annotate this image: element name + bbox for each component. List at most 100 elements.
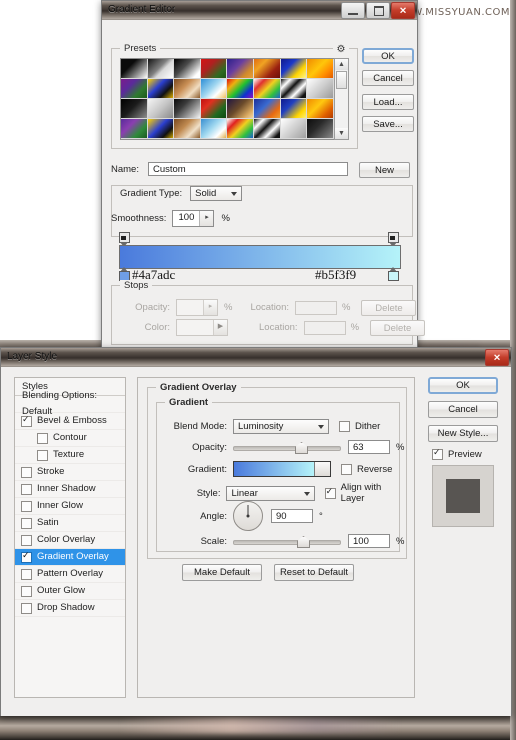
- style-checkbox[interactable]: [37, 449, 48, 461]
- style-checkbox[interactable]: [21, 585, 32, 597]
- preset-swatch[interactable]: [307, 139, 334, 140]
- preset-swatch[interactable]: [147, 79, 175, 99]
- stops-color-flyout-icon[interactable]: ▶: [213, 320, 227, 335]
- style-checkbox[interactable]: [21, 534, 32, 546]
- style-dropdown[interactable]: Linear: [226, 485, 315, 501]
- gradient-dropdown-button[interactable]: [314, 462, 330, 476]
- delete-opacity-stop-button[interactable]: Delete: [361, 299, 417, 316]
- stops-opacity-location-input[interactable]: [295, 300, 338, 315]
- style-item-color-overlay[interactable]: Color Overlay: [15, 532, 125, 549]
- style-checkbox[interactable]: [21, 500, 32, 512]
- maximize-icon[interactable]: [366, 2, 390, 19]
- blend-mode-dropdown[interactable]: Luminosity: [233, 419, 329, 434]
- preset-swatch[interactable]: [174, 139, 201, 140]
- gradient-preview-bar[interactable]: [119, 245, 401, 269]
- style-checkbox[interactable]: [21, 414, 32, 427]
- scroll-down-icon[interactable]: ▼: [335, 128, 348, 139]
- new-preset-button[interactable]: New: [359, 162, 410, 178]
- preset-swatch[interactable]: [307, 59, 334, 79]
- preset-swatch[interactable]: [200, 59, 228, 79]
- angle-input[interactable]: 90: [271, 509, 313, 523]
- preset-swatch[interactable]: [307, 119, 334, 139]
- presets-scrollbar[interactable]: ▲ ▼: [334, 58, 349, 140]
- preset-swatch[interactable]: [121, 99, 148, 119]
- close-icon[interactable]: ✕: [391, 2, 415, 19]
- preset-swatch[interactable]: [254, 139, 281, 140]
- preset-swatch[interactable]: [174, 119, 201, 139]
- style-item-inner-shadow[interactable]: Inner Shadow: [15, 481, 125, 498]
- gradient-editor-titlebar[interactable]: Gradient Editor ✕: [102, 1, 417, 20]
- preset-swatch[interactable]: [200, 79, 228, 99]
- layer-style-cancel-button[interactable]: Cancel: [428, 401, 498, 418]
- preset-swatch[interactable]: [253, 99, 281, 119]
- style-checkbox[interactable]: [21, 550, 32, 563]
- gradient-editor-ok-button[interactable]: OK: [362, 48, 414, 64]
- gradient-picker[interactable]: [233, 461, 331, 477]
- style-item-outer-glow[interactable]: Outer Glow: [15, 583, 125, 600]
- opacity-stop-left[interactable]: [119, 230, 130, 247]
- preset-swatch[interactable]: [281, 139, 308, 140]
- preset-swatch[interactable]: [280, 99, 308, 119]
- preset-swatch[interactable]: [227, 139, 254, 140]
- preset-swatch[interactable]: [227, 59, 254, 79]
- scrollbar-thumb[interactable]: [336, 71, 347, 89]
- preset-swatch[interactable]: [174, 79, 201, 99]
- preset-swatch[interactable]: [280, 79, 308, 99]
- preset-swatch[interactable]: [121, 139, 148, 140]
- preset-swatch[interactable]: [121, 119, 148, 139]
- preset-swatch[interactable]: [227, 119, 254, 139]
- style-checkbox[interactable]: [21, 517, 32, 529]
- opacity-slider[interactable]: [233, 441, 341, 454]
- preset-swatch[interactable]: [200, 99, 228, 119]
- style-item-pattern-overlay[interactable]: Pattern Overlay: [15, 566, 125, 583]
- preset-swatch[interactable]: [147, 119, 175, 139]
- name-input[interactable]: Custom: [147, 162, 348, 176]
- preset-swatch[interactable]: [174, 59, 201, 79]
- gradient-editor-cancel-button[interactable]: Cancel: [362, 70, 414, 86]
- color-stop-right[interactable]: [388, 267, 399, 281]
- preset-swatch[interactable]: [201, 139, 228, 140]
- style-checkbox[interactable]: [21, 466, 32, 478]
- angle-dial[interactable]: [233, 501, 263, 531]
- preset-swatch[interactable]: [147, 99, 175, 119]
- preview-checkbox[interactable]: Preview: [432, 447, 498, 460]
- preset-swatch[interactable]: [227, 79, 254, 99]
- smoothness-flyout-icon[interactable]: ▸: [199, 211, 214, 226]
- style-checkbox[interactable]: [21, 568, 32, 580]
- scale-slider-knob[interactable]: [297, 536, 310, 548]
- gear-icon[interactable]: ⚙: [333, 44, 349, 56]
- layer-style-ok-button[interactable]: OK: [428, 377, 498, 394]
- reverse-checkbox[interactable]: Reverse: [341, 463, 392, 475]
- delete-color-stop-button[interactable]: Delete: [370, 319, 426, 336]
- style-item-satin[interactable]: Satin: [15, 515, 125, 532]
- preset-swatch-well[interactable]: [120, 58, 335, 140]
- scale-input[interactable]: 100: [348, 534, 390, 548]
- style-checkbox[interactable]: [37, 432, 48, 444]
- opacity-slider-knob[interactable]: [295, 442, 308, 454]
- preset-swatch[interactable]: [200, 119, 228, 139]
- layer-style-titlebar[interactable]: Layer Style ✕: [1, 348, 511, 367]
- align-with-layer-checkbox[interactable]: Align with Layer: [324, 482, 399, 504]
- preset-swatch[interactable]: [307, 99, 334, 119]
- preset-swatch[interactable]: [174, 99, 201, 119]
- preset-swatch[interactable]: [253, 79, 281, 99]
- minimize-icon[interactable]: [341, 2, 365, 19]
- preset-swatch[interactable]: [253, 59, 281, 79]
- opacity-input[interactable]: 63: [348, 440, 390, 454]
- scroll-up-icon[interactable]: ▲: [335, 59, 348, 70]
- scale-slider[interactable]: [233, 535, 341, 548]
- gradient-editor-load-button[interactable]: Load...: [362, 94, 414, 110]
- make-default-button[interactable]: Make Default: [182, 564, 262, 581]
- stops-color-swatch[interactable]: ▶: [176, 319, 228, 336]
- style-item-gradient-overlay[interactable]: Gradient Overlay: [15, 549, 125, 566]
- preset-swatch[interactable]: [227, 99, 254, 119]
- style-item-blending-options-default[interactable]: Blending Options: Default: [15, 390, 125, 417]
- style-item-stroke[interactable]: Stroke: [15, 464, 125, 481]
- style-checkbox[interactable]: [21, 602, 32, 614]
- stops-opacity-flyout-icon[interactable]: ▸: [203, 300, 217, 315]
- color-stop-left[interactable]: [119, 267, 130, 281]
- preset-swatch[interactable]: [307, 79, 334, 99]
- gradient-editor-save-button[interactable]: Save...: [362, 116, 414, 132]
- style-item-texture[interactable]: Texture: [15, 447, 125, 464]
- stops-opacity-stepper[interactable]: ▸: [176, 299, 218, 316]
